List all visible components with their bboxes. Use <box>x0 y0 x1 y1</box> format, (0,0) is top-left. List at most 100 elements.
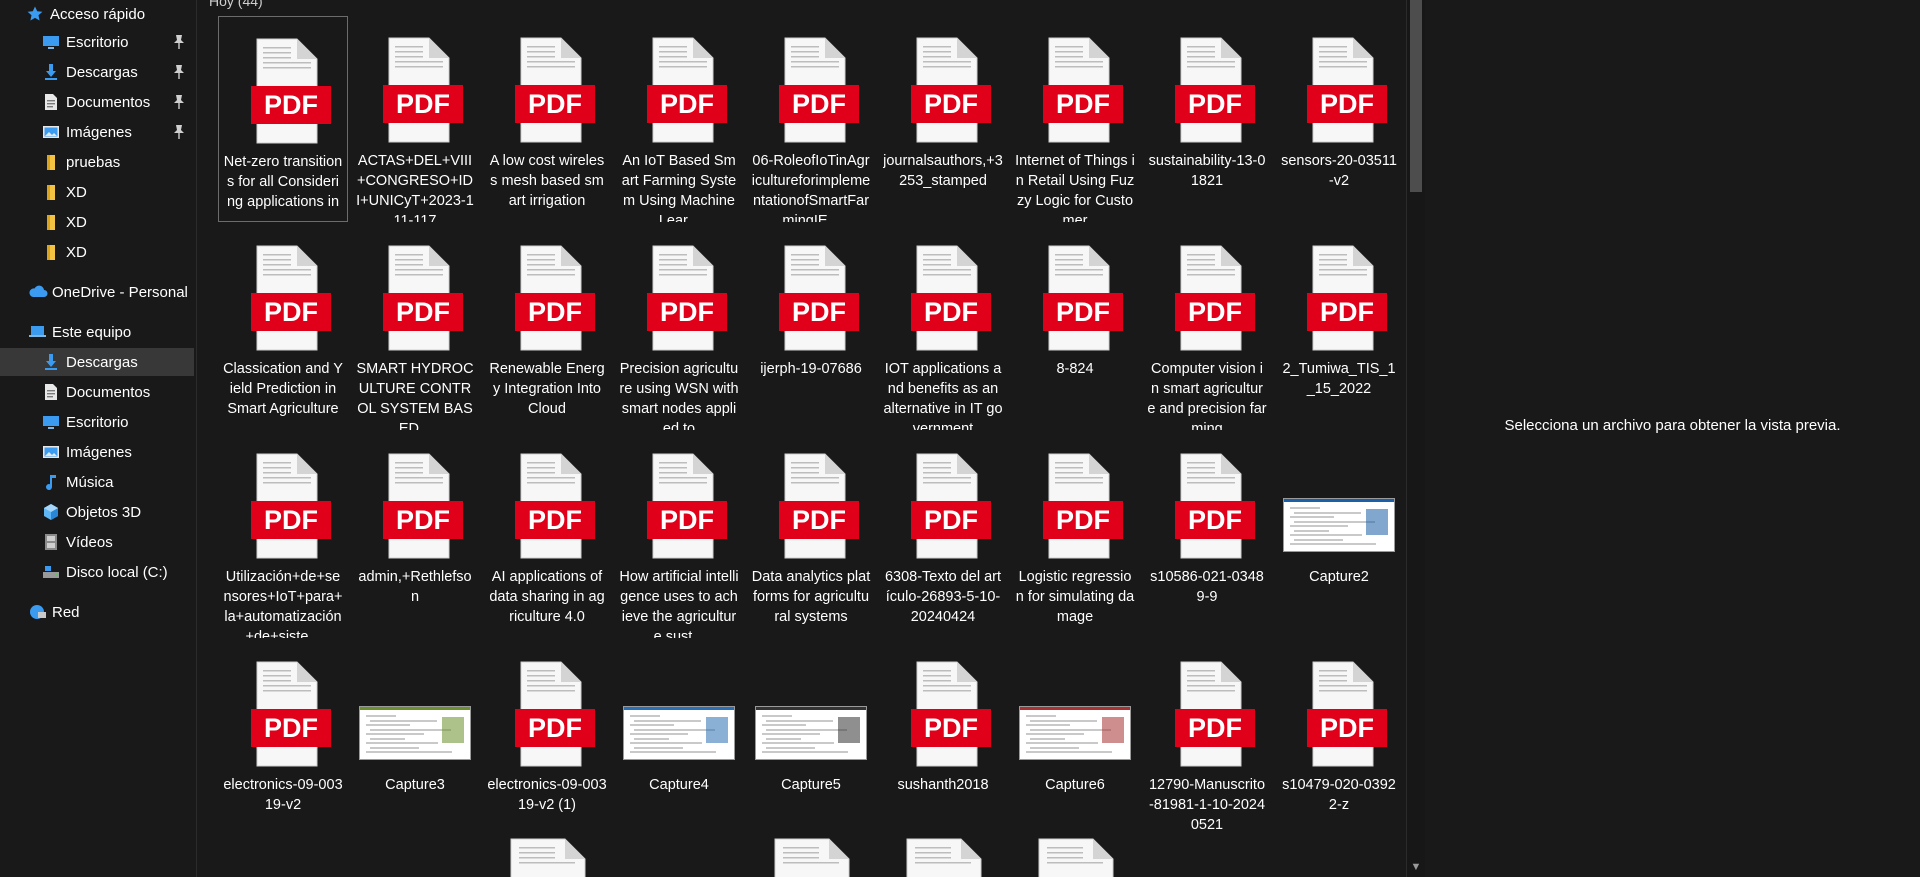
file-name: Precision agriculture using WSN with sma… <box>619 361 739 430</box>
folder-icon <box>42 243 60 261</box>
pdf-file-item[interactable]: PDF journalsauthors,+3253_stamped <box>878 16 1008 222</box>
svg-text:PDF: PDF <box>264 505 318 535</box>
partial-file-icon[interactable] <box>1037 837 1115 877</box>
pdf-file-item[interactable]: PDF 2_Tumiwa_TIS_1_15_2022 <box>1274 224 1404 430</box>
quick-access-item-6[interactable]: XD <box>0 208 194 236</box>
image-file-item[interactable]: Capture4 <box>614 640 744 846</box>
file-name: How artificial intelligence uses to achi… <box>619 569 739 638</box>
file-thumbnail: PDF <box>1010 224 1140 352</box>
pdf-file-item[interactable]: PDF sensors-20-03511-v2 <box>1274 16 1404 222</box>
svg-text:PDF: PDF <box>924 89 978 119</box>
pdf-file-item[interactable]: PDF Utilización+de+sensores+IoT+para+la+a… <box>218 432 348 638</box>
partial-file-icon[interactable] <box>773 837 851 877</box>
image-file-item[interactable]: Capture2 <box>1274 432 1404 638</box>
image-file-item[interactable]: Capture3 <box>350 640 480 846</box>
pdf-file-item[interactable]: PDF sustainability-13-01821 <box>1142 16 1272 222</box>
nav-onedrive[interactable]: OneDrive - Personal <box>28 278 194 306</box>
pdf-file-item[interactable]: PDF Computer vision in smart agriculture … <box>1142 224 1272 430</box>
pdf-file-item[interactable]: PDF Net-zero transitions for all Consider… <box>218 16 348 222</box>
pdf-file-item[interactable]: PDF SMART HYDROCULTURE CONTROL SYSTEM BAS… <box>350 224 480 430</box>
scroll-down-arrow-icon[interactable]: ▼ <box>1410 861 1422 873</box>
pdf-file-item[interactable]: PDF How artificial intelligence uses to a… <box>614 432 744 638</box>
this-pc-item-5[interactable]: Objetos 3D <box>0 498 194 526</box>
nav-quick-access[interactable]: Acceso rápido <box>26 0 192 28</box>
pdf-file-item[interactable]: PDF electronics-09-00319-v2 (1) <box>482 640 612 846</box>
scroll-thumb[interactable] <box>1410 0 1422 192</box>
file-thumbnail: PDF <box>218 432 348 560</box>
this-pc-item-6[interactable]: Vídeos <box>0 528 194 556</box>
pdf-file-item[interactable]: PDF A low cost wireless mesh based smart … <box>482 16 612 222</box>
file-name: electronics-09-00319-v2 (1) <box>487 777 607 813</box>
file-name: 6308-Texto del artículo-26893-5-10-20240… <box>884 569 1002 625</box>
this-pc-item-2[interactable]: Escritorio <box>0 408 194 436</box>
pdf-file-item[interactable]: PDF Precision agriculture using WSN with … <box>614 224 744 430</box>
file-name: Capture3 <box>385 777 445 793</box>
nav-network[interactable]: Red <box>28 598 194 626</box>
pdf-file-icon: PDF <box>251 245 331 351</box>
pdf-file-item[interactable]: PDF 12790-Manuscrito-81981-1-10-20240521 <box>1142 640 1272 846</box>
pdf-file-item[interactable]: PDF ijerph-19-07686 <box>746 224 876 430</box>
file-thumbnail: PDF <box>746 16 876 144</box>
pdf-file-item[interactable]: PDF s10479-020-03922-z <box>1274 640 1404 846</box>
quick-access-item-1[interactable]: Descargas <box>0 58 194 86</box>
vertical-scrollbar[interactable]: ▼ <box>1406 0 1425 877</box>
file-name: s10586-021-03489-9 <box>1150 569 1264 605</box>
file-thumbnail: PDF <box>1010 16 1140 144</box>
file-thumbnail: PDF <box>350 16 480 144</box>
quick-access-item-3[interactable]: Imágenes <box>0 118 194 146</box>
pdf-file-item[interactable]: PDF Classication and Yield Prediction in … <box>218 224 348 430</box>
pdf-file-item[interactable]: PDF 8-824 <box>1010 224 1140 430</box>
svg-text:PDF: PDF <box>1320 89 1374 119</box>
nav-this-pc[interactable]: Este equipo <box>28 318 194 346</box>
svg-text:PDF: PDF <box>1056 89 1110 119</box>
pdf-file-item[interactable]: PDF Data analytics platforms for agricult… <box>746 432 876 638</box>
image-thumbnail <box>755 706 867 760</box>
pdf-file-icon: PDF <box>1307 37 1387 143</box>
folder-icon <box>42 183 60 201</box>
pdf-file-icon: PDF <box>1307 245 1387 351</box>
group-header[interactable]: Hoy (44) <box>209 0 263 9</box>
pdf-file-item[interactable]: PDF Renewable Energy Integration Into Clo… <box>482 224 612 430</box>
partial-file-icon[interactable] <box>509 837 587 877</box>
quick-access-item-2[interactable]: Documentos <box>0 88 194 116</box>
this-pc-item-1[interactable]: Documentos <box>0 378 194 406</box>
navigation-pane: Acceso rápido Escritorio Descargas Documen… <box>0 0 197 877</box>
pin-icon <box>172 94 186 110</box>
pdf-file-item[interactable]: PDF Logistic regression for simulating da… <box>1010 432 1140 638</box>
pdf-file-icon: PDF <box>1175 245 1255 351</box>
file-view: Hoy (44) PDF Net-zero transitions for all… <box>197 0 1406 877</box>
file-name: SMART HYDROCULTURE CONTROL SYSTEM BASED.… <box>356 361 474 430</box>
quick-access-item-label: Escritorio <box>66 33 129 51</box>
pdf-file-item[interactable]: PDF ACTAS+DEL+VIII+CONGRESO+IDI+UNICyT+20… <box>350 16 480 222</box>
video-icon <box>42 533 60 551</box>
pdf-file-item[interactable]: PDF 6308-Texto del artículo-26893-5-10-20… <box>878 432 1008 638</box>
partial-file-icon[interactable] <box>905 837 983 877</box>
quick-access-item-5[interactable]: XD <box>0 178 194 206</box>
file-name: Net-zero transitions for all Considering… <box>223 154 343 221</box>
pdf-file-item[interactable]: PDF Internet of Things in Retail Using Fu… <box>1010 16 1140 222</box>
pdf-file-item[interactable]: PDF admin,+Rethlefson <box>350 432 480 638</box>
this-pc-item-0[interactable]: Descargas <box>0 348 194 376</box>
pdf-file-item[interactable]: PDF An IoT Based Smart Farming System Usi… <box>614 16 744 222</box>
svg-text:PDF: PDF <box>1188 297 1242 327</box>
pdf-file-item[interactable]: PDF electronics-09-00319-v2 <box>218 640 348 846</box>
pdf-file-item[interactable]: PDF IOT applications and benefits as an a… <box>878 224 1008 430</box>
image-file-item[interactable]: Capture6 <box>1010 640 1140 846</box>
quick-access-item-7[interactable]: XD <box>0 238 194 266</box>
svg-text:PDF: PDF <box>528 505 582 535</box>
quick-access-item-4[interactable]: pruebas <box>0 148 194 176</box>
this-pc-item-4[interactable]: Música <box>0 468 194 496</box>
this-pc-item-7[interactable]: Disco local (C:) <box>0 558 194 586</box>
pdf-file-icon: PDF <box>1175 453 1255 559</box>
pdf-file-item[interactable]: PDF sushanth2018 <box>878 640 1008 846</box>
pdf-file-item[interactable]: PDF s10586-021-03489-9 <box>1142 432 1272 638</box>
file-thumbnail <box>350 640 480 768</box>
pdf-file-icon: PDF <box>383 453 463 559</box>
pdf-file-item[interactable]: PDF AI applications of data sharing in ag… <box>482 432 612 638</box>
pdf-file-item[interactable]: PDF 06-RoleofIoTinAgricultureforimplement… <box>746 16 876 222</box>
image-file-item[interactable]: Capture5 <box>746 640 876 846</box>
quick-access-item-0[interactable]: Escritorio <box>0 28 194 56</box>
file-thumbnail: PDF <box>350 432 480 560</box>
pdf-file-icon: PDF <box>383 245 463 351</box>
this-pc-item-3[interactable]: Imágenes <box>0 438 194 466</box>
